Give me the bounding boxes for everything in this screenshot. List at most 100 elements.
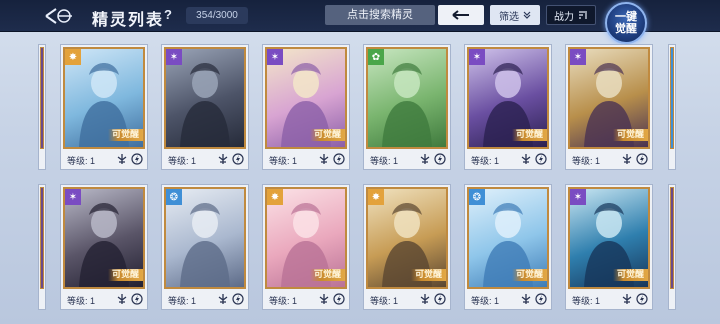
spirit-card[interactable]: ✶ 可觉醒等级: 1 <box>60 184 148 310</box>
rune-icon <box>621 293 633 305</box>
rune-icon <box>419 293 431 305</box>
spirit-portrait: ✶ 可觉醒 <box>63 187 145 289</box>
skill-icons <box>419 293 446 305</box>
spirit-portrait: ✸ 可觉醒 <box>366 187 448 289</box>
search-input[interactable]: 点击搜索精灵 <box>325 5 435 25</box>
light-element-icon: ✸ <box>368 189 384 205</box>
partial-card-right[interactable] <box>668 184 676 310</box>
bolt-icon <box>333 153 345 165</box>
rune-icon <box>419 153 431 165</box>
awakenable-tag: 可觉醒 <box>107 129 143 141</box>
spirit-portrait: ✶ 可觉醒 <box>568 47 650 149</box>
filter-label: 筛选 <box>499 11 519 23</box>
partial-card-left[interactable] <box>38 44 46 170</box>
card-info: 等级: 1 <box>566 291 652 309</box>
spirit-portrait: ❂ 可觉醒 <box>467 187 549 289</box>
search-button[interactable] <box>438 5 484 25</box>
rune-icon <box>318 153 330 165</box>
card-info: 等级: 1 <box>162 291 248 309</box>
card-info: 等级: 1 <box>364 291 450 309</box>
spirit-portrait: ✸ 可觉醒 <box>265 187 347 289</box>
left-arrow-icon <box>452 10 469 20</box>
spirit-portrait: ❂ <box>164 187 246 289</box>
partial-card-right[interactable] <box>668 44 676 170</box>
spirit-card[interactable]: ✶ 可觉醒等级: 1 <box>565 184 653 310</box>
spirit-portrait: ✶ 可觉醒 <box>568 187 650 289</box>
spirit-card[interactable]: ✶ 可觉醒等级: 1 <box>262 44 350 170</box>
skill-icons <box>318 153 345 165</box>
spirit-level: 等级: 1 <box>67 295 96 306</box>
spirit-portrait: ✶ 可觉醒 <box>265 47 347 149</box>
bolt-icon <box>131 153 143 165</box>
spirit-level: 等级: 1 <box>471 155 500 166</box>
page-title: 精灵列表 <box>92 10 165 29</box>
partial-card-left[interactable] <box>38 184 46 310</box>
sort-icon <box>579 11 587 19</box>
skill-icons <box>621 153 648 165</box>
card-info: 等级: 1 <box>364 151 450 169</box>
power-sort-button[interactable]: 战力 <box>546 5 596 25</box>
dark-element-icon: ✶ <box>570 189 586 205</box>
water-element-icon: ❂ <box>166 189 182 205</box>
skill-icons <box>116 153 143 165</box>
awakenable-tag: 可觉醒 <box>107 269 143 281</box>
dark-element-icon: ✶ <box>469 49 485 65</box>
spirit-card[interactable]: ✿ 等级: 1 <box>363 44 451 170</box>
light-element-icon: ✸ <box>65 49 81 65</box>
rune-icon <box>217 293 229 305</box>
spirit-card[interactable]: ✸ 可觉醒等级: 1 <box>262 184 350 310</box>
spirit-card[interactable]: ❂ 等级: 1 <box>161 184 249 310</box>
rune-icon <box>116 293 128 305</box>
dark-element-icon: ✶ <box>267 49 283 65</box>
card-info: 等级: 1 <box>465 151 551 169</box>
spirit-card[interactable]: ❂ 可觉醒等级: 1 <box>464 184 552 310</box>
awaken-all-label: 一键觉醒 <box>615 10 637 35</box>
card-info: 等级: 1 <box>61 291 147 309</box>
bolt-icon <box>232 293 244 305</box>
spirit-card[interactable]: ✶ 可觉醒 等级: 1 <box>464 44 552 170</box>
awakenable-tag: 可觉醒 <box>410 269 446 281</box>
bolt-icon <box>434 153 446 165</box>
skill-icons <box>116 293 143 305</box>
spirit-level: 等级: 1 <box>269 295 298 306</box>
water-element-icon: ❂ <box>469 189 485 205</box>
rune-icon <box>621 153 633 165</box>
light-element-icon: ✸ <box>267 189 283 205</box>
bolt-icon <box>131 293 143 305</box>
dark-element-icon: ✶ <box>65 189 81 205</box>
spirit-card[interactable]: ✶ 等级: 1 <box>161 44 249 170</box>
spirit-count: 354/3000 <box>186 7 248 24</box>
spirit-portrait: ✿ <box>366 47 448 149</box>
awakenable-tag: 可觉醒 <box>612 129 648 141</box>
spirit-level: 等级: 1 <box>370 155 399 166</box>
spirit-level: 等级: 1 <box>168 295 197 306</box>
skill-icons <box>621 293 648 305</box>
skill-icons <box>419 153 446 165</box>
bolt-icon <box>434 293 446 305</box>
dark-element-icon: ✶ <box>570 49 586 65</box>
bolt-icon <box>333 293 345 305</box>
rune-icon <box>116 153 128 165</box>
spirit-card[interactable]: ✶ 可觉醒 等级: 1 <box>565 44 653 170</box>
awakenable-tag: 可觉醒 <box>511 269 547 281</box>
spirit-level: 等级: 1 <box>471 295 500 306</box>
awakenable-tag: 可觉醒 <box>612 269 648 281</box>
spirit-level: 等级: 1 <box>269 155 298 166</box>
bolt-icon <box>535 153 547 165</box>
spirit-level: 等级: 1 <box>370 295 399 306</box>
spirit-card[interactable]: ✸ 可觉醒 等级: 1 <box>60 44 148 170</box>
card-info: 等级: 1 <box>263 151 349 169</box>
spirit-grid: ✸ 可觉醒 等级: 1 ✶ 等级: 1 ✶ 可觉醒 等级: 1 ✿ 等级: 1 ✶ 可觉醒 等级… <box>0 36 720 324</box>
rune-icon <box>318 293 330 305</box>
help-button[interactable]: ? <box>160 7 176 23</box>
bolt-icon <box>636 153 648 165</box>
back-button[interactable] <box>40 4 78 28</box>
spirit-card[interactable]: ✸ 可觉醒等级: 1 <box>363 184 451 310</box>
filter-button[interactable]: 筛选 <box>490 5 540 25</box>
skill-icons <box>318 293 345 305</box>
spirit-level: 等级: 1 <box>572 295 601 306</box>
spirit-portrait: ✶ <box>164 47 246 149</box>
skill-icons <box>217 153 244 165</box>
skill-icons <box>520 293 547 305</box>
rune-icon <box>520 153 532 165</box>
